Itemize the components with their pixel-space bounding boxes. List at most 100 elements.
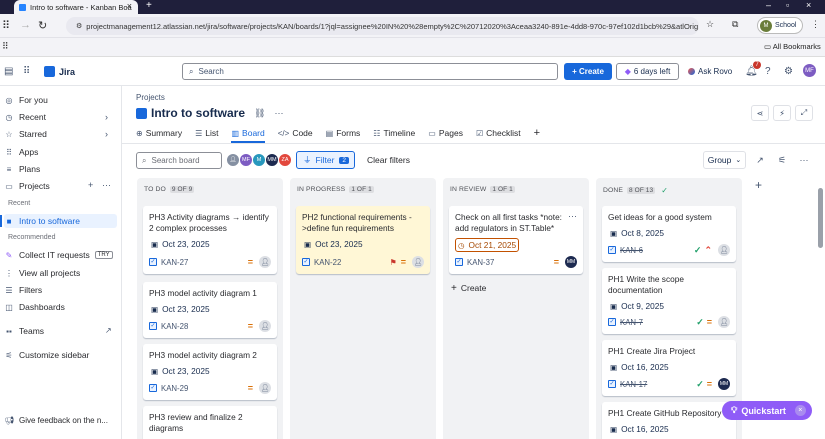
avatar-unassigned[interactable]: 👤︎ xyxy=(226,153,240,167)
issue-card[interactable]: PH3 Activity diagrams → identify 2 compl… xyxy=(143,206,277,274)
filter-button[interactable]: ⏚ Filter 2 xyxy=(296,151,355,169)
feedback-link[interactable]: 📢︎ Give feedback on the n... xyxy=(4,413,108,427)
issue-card[interactable]: Check on all first tasks *note: add regu… xyxy=(449,206,583,274)
issue-key[interactable]: KAN-37 xyxy=(467,258,494,267)
tab-checklist[interactable]: ☑ Checklist xyxy=(476,126,521,140)
vertical-scrollbar[interactable] xyxy=(818,188,823,248)
fullscreen-icon[interactable]: ⤢ xyxy=(795,105,813,121)
create-issue-button[interactable]: + Create xyxy=(451,283,486,294)
issue-card[interactable]: Get ideas for a good system ▣ Oct 8, 2025… xyxy=(602,206,736,262)
ask-rovo-button[interactable]: Ask Rovo xyxy=(688,67,732,76)
avatar[interactable]: MM xyxy=(265,153,279,167)
issue-key[interactable]: KAN-28 xyxy=(161,322,188,331)
sidebar-item-dashboards[interactable]: ◫ Dashboards xyxy=(4,300,65,314)
apps-grid-icon[interactable]: ⠿ xyxy=(2,41,9,52)
create-button[interactable]: + Create xyxy=(564,63,612,80)
unassigned-avatar-icon[interactable]: 👤︎ xyxy=(718,244,730,256)
new-tab-icon[interactable]: + xyxy=(146,0,152,11)
tab-code[interactable]: </> Code xyxy=(278,126,313,140)
sidebar-item-plans[interactable]: ≡ Plans xyxy=(4,162,41,176)
maximize-icon[interactable]: ▫ xyxy=(786,0,789,10)
bookmark-star-icon[interactable]: ☆ xyxy=(706,19,714,30)
issue-card[interactable]: PH3 model activity diagram 2 ▣ Oct 23, 20… xyxy=(143,344,277,400)
clear-filters-button[interactable]: Clear filters xyxy=(367,155,410,165)
issue-card[interactable]: PH2 functional requirements ->define fun… xyxy=(296,206,430,274)
issue-key[interactable]: KAN-17 xyxy=(620,380,647,389)
issue-key[interactable]: KAN-7 xyxy=(620,318,643,327)
avatar[interactable]: M xyxy=(252,153,266,167)
board-search-input[interactable]: ⌕ Search board xyxy=(136,152,222,169)
issue-key[interactable]: KAN-22 xyxy=(314,258,341,267)
close-window-icon[interactable]: × xyxy=(806,0,811,10)
unassigned-avatar-icon[interactable]: 👤︎ xyxy=(412,256,424,268)
chevron-right-icon[interactable]: › xyxy=(105,112,108,122)
all-bookmarks[interactable]: ▭ All Bookmarks xyxy=(764,42,821,51)
unassigned-avatar-icon[interactable]: 👤︎ xyxy=(718,316,730,328)
team-icon[interactable]: ⛓ xyxy=(254,108,265,119)
issue-card[interactable]: PH1 Create Jira Project ▣ Oct 16, 2025 ✓ K… xyxy=(602,340,736,396)
issue-key[interactable]: KAN-6 xyxy=(620,246,643,255)
insights-icon[interactable]: ↗ xyxy=(751,151,769,169)
tab-summary[interactable]: ⊕ Summary xyxy=(136,126,182,140)
extensions-icon[interactable]: ⧉ xyxy=(732,19,738,30)
avatar[interactable]: MF xyxy=(239,153,253,167)
sidebar-item-filters[interactable]: ☰ Filters xyxy=(4,283,42,297)
external-link-icon[interactable]: ↗ xyxy=(105,326,112,335)
trial-button[interactable]: ◆ 6 days left xyxy=(616,63,679,80)
more-icon[interactable]: ··· xyxy=(102,180,111,190)
more-options-icon[interactable]: ··· xyxy=(795,151,813,169)
issue-key[interactable]: KAN-29 xyxy=(161,384,188,393)
forward-icon[interactable]: → xyxy=(20,19,31,31)
tab-pages[interactable]: ▭ Pages xyxy=(428,126,463,140)
global-search-input[interactable]: ⌕ Search xyxy=(182,63,558,80)
issue-card[interactable]: PH3 model activity diagram 1 ▣ Oct 23, 20… xyxy=(143,282,277,338)
tab-list[interactable]: ☰ List xyxy=(195,126,218,140)
tab-timeline[interactable]: ☷ Timeline xyxy=(373,126,415,140)
unassigned-avatar-icon[interactable]: 👤︎ xyxy=(259,256,271,268)
tab-board[interactable]: ▥ Board xyxy=(231,126,265,143)
close-quickstart-icon[interactable]: × xyxy=(794,405,806,416)
avatar[interactable]: ZA xyxy=(278,153,292,167)
reload-icon[interactable]: ↻ xyxy=(38,19,47,32)
jira-logo[interactable]: Jira xyxy=(44,66,75,77)
more-actions-icon[interactable]: ··· xyxy=(274,108,283,118)
group-dropdown[interactable]: Group ⌄ xyxy=(703,151,746,169)
app-switcher-icon[interactable]: ⠿ xyxy=(23,66,30,77)
issue-card[interactable]: PH3 review and finalize 2 diagrams xyxy=(143,406,277,439)
menu-grid-icon[interactable]: ⠿ xyxy=(2,19,10,32)
issue-card[interactable]: PH1 Write the scope documentation ▣ Oct 9… xyxy=(602,268,736,334)
browser-menu-icon[interactable]: ⋮ xyxy=(811,19,820,30)
sidebar-item-for-you[interactable]: ◎ For you xyxy=(4,93,48,107)
url-field[interactable]: ⚙ projectmanagement12.atlassian.net/jira… xyxy=(66,17,699,35)
sidebar-item-recent[interactable]: ◷ Recent xyxy=(4,110,46,124)
sidebar-item-starred[interactable]: ☆ Starred xyxy=(4,127,46,141)
breadcrumb[interactable]: Projects xyxy=(136,93,165,102)
share-icon[interactable]: ⋖ xyxy=(751,105,769,121)
sidebar-item-current-project[interactable]: ■ Intro to software xyxy=(0,214,117,228)
browser-tab[interactable]: Intro to software - Kanban Boa × xyxy=(14,0,138,14)
help-icon[interactable]: ? xyxy=(765,66,771,77)
sidebar-item-view-all[interactable]: ⋮ View all projects xyxy=(4,266,80,280)
sidebar-item-teams[interactable]: ▪▪ Teams xyxy=(4,324,44,338)
card-more-icon[interactable]: ··· xyxy=(568,211,577,221)
sidebar-item-customize[interactable]: ⚟ Customize sidebar xyxy=(4,348,89,362)
minimize-icon[interactable]: – xyxy=(766,0,771,10)
issue-key[interactable]: KAN-27 xyxy=(161,258,188,267)
sidebar-item-projects[interactable]: ▭ Projects xyxy=(4,179,50,193)
unassigned-avatar-icon[interactable]: 👤︎ xyxy=(259,382,271,394)
issue-card[interactable]: PH1 Create GitHub Repository ▣ Oct 16, 20… xyxy=(602,402,736,439)
settings-gear-icon[interactable]: ⚙ xyxy=(784,66,793,77)
tab-forms[interactable]: ▤ Forms xyxy=(326,126,361,140)
assignee-avatar[interactable]: MM xyxy=(718,378,730,390)
close-tab-icon[interactable]: × xyxy=(127,1,132,11)
add-project-icon[interactable]: + xyxy=(88,180,93,190)
chevron-right-icon[interactable]: › xyxy=(105,129,108,139)
unassigned-avatar-icon[interactable]: 👤︎ xyxy=(259,320,271,332)
sidebar-item-collect-it[interactable]: ✎ Collect IT requests TRY xyxy=(4,248,113,262)
automation-icon[interactable]: ⚡︎ xyxy=(773,105,791,121)
sidebar-toggle-icon[interactable]: ▤ xyxy=(4,66,13,77)
sidebar-item-apps[interactable]: ⠿ Apps xyxy=(4,145,38,159)
view-settings-icon[interactable]: ⚟ xyxy=(773,151,791,169)
user-avatar[interactable]: MF xyxy=(803,64,816,77)
add-column-button[interactable]: + xyxy=(751,178,766,194)
